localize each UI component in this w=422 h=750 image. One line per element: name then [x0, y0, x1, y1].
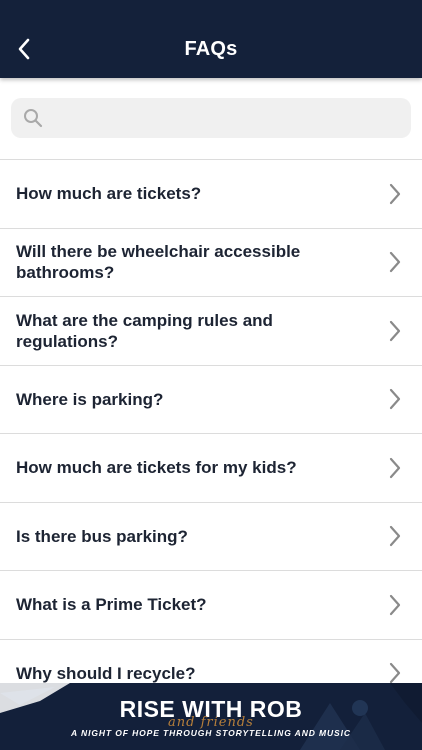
faq-question: How much are tickets?	[16, 184, 202, 204]
faq-question: Is there bus parking?	[16, 526, 188, 546]
chevron-right-icon	[389, 457, 401, 478]
search-input[interactable]	[53, 98, 401, 138]
ad-banner[interactable]: RISE WITH ROB and friends A NIGHT OF HOP…	[0, 683, 422, 750]
faq-question: Where is parking?	[16, 389, 164, 409]
faq-item[interactable]: How much are tickets for my kids?	[0, 434, 422, 503]
faq-item[interactable]: Where is parking?	[0, 366, 422, 434]
chevron-right-icon	[389, 183, 401, 204]
banner-subtitle: A NIGHT OF HOPE THROUGH STORYTELLING AND…	[71, 728, 351, 738]
faq-question: What is a Prime Ticket?	[16, 595, 207, 615]
app-header: FAQs	[0, 0, 422, 78]
chevron-right-icon	[389, 663, 401, 684]
faq-item[interactable]: Is there bus parking?	[0, 503, 422, 571]
status-bar	[18, 0, 98, 6]
search-bar[interactable]	[11, 98, 411, 138]
page-title: FAQs	[184, 38, 238, 60]
faq-question: How much are tickets for my kids?	[16, 458, 297, 478]
faq-item[interactable]: How much are tickets?	[0, 160, 422, 229]
faq-item[interactable]: What is a Prime Ticket?	[0, 571, 422, 640]
faq-list: How much are tickets? Will there be whee…	[0, 159, 422, 708]
chevron-right-icon	[389, 252, 401, 273]
search-icon	[24, 109, 43, 128]
faq-item[interactable]: Will there be wheelchair accessible bath…	[0, 229, 422, 297]
chevron-right-icon	[389, 594, 401, 615]
faq-item[interactable]: What are the camping rules and regulatio…	[0, 297, 422, 366]
faq-question: Why should I recycle?	[16, 663, 196, 683]
chevron-right-icon	[389, 526, 401, 547]
chevron-right-icon	[389, 320, 401, 341]
faq-question: Will there be wheelchair accessible bath…	[16, 242, 301, 283]
faq-question: What are the camping rules and regulatio…	[16, 310, 273, 351]
chevron-right-icon	[389, 389, 401, 410]
